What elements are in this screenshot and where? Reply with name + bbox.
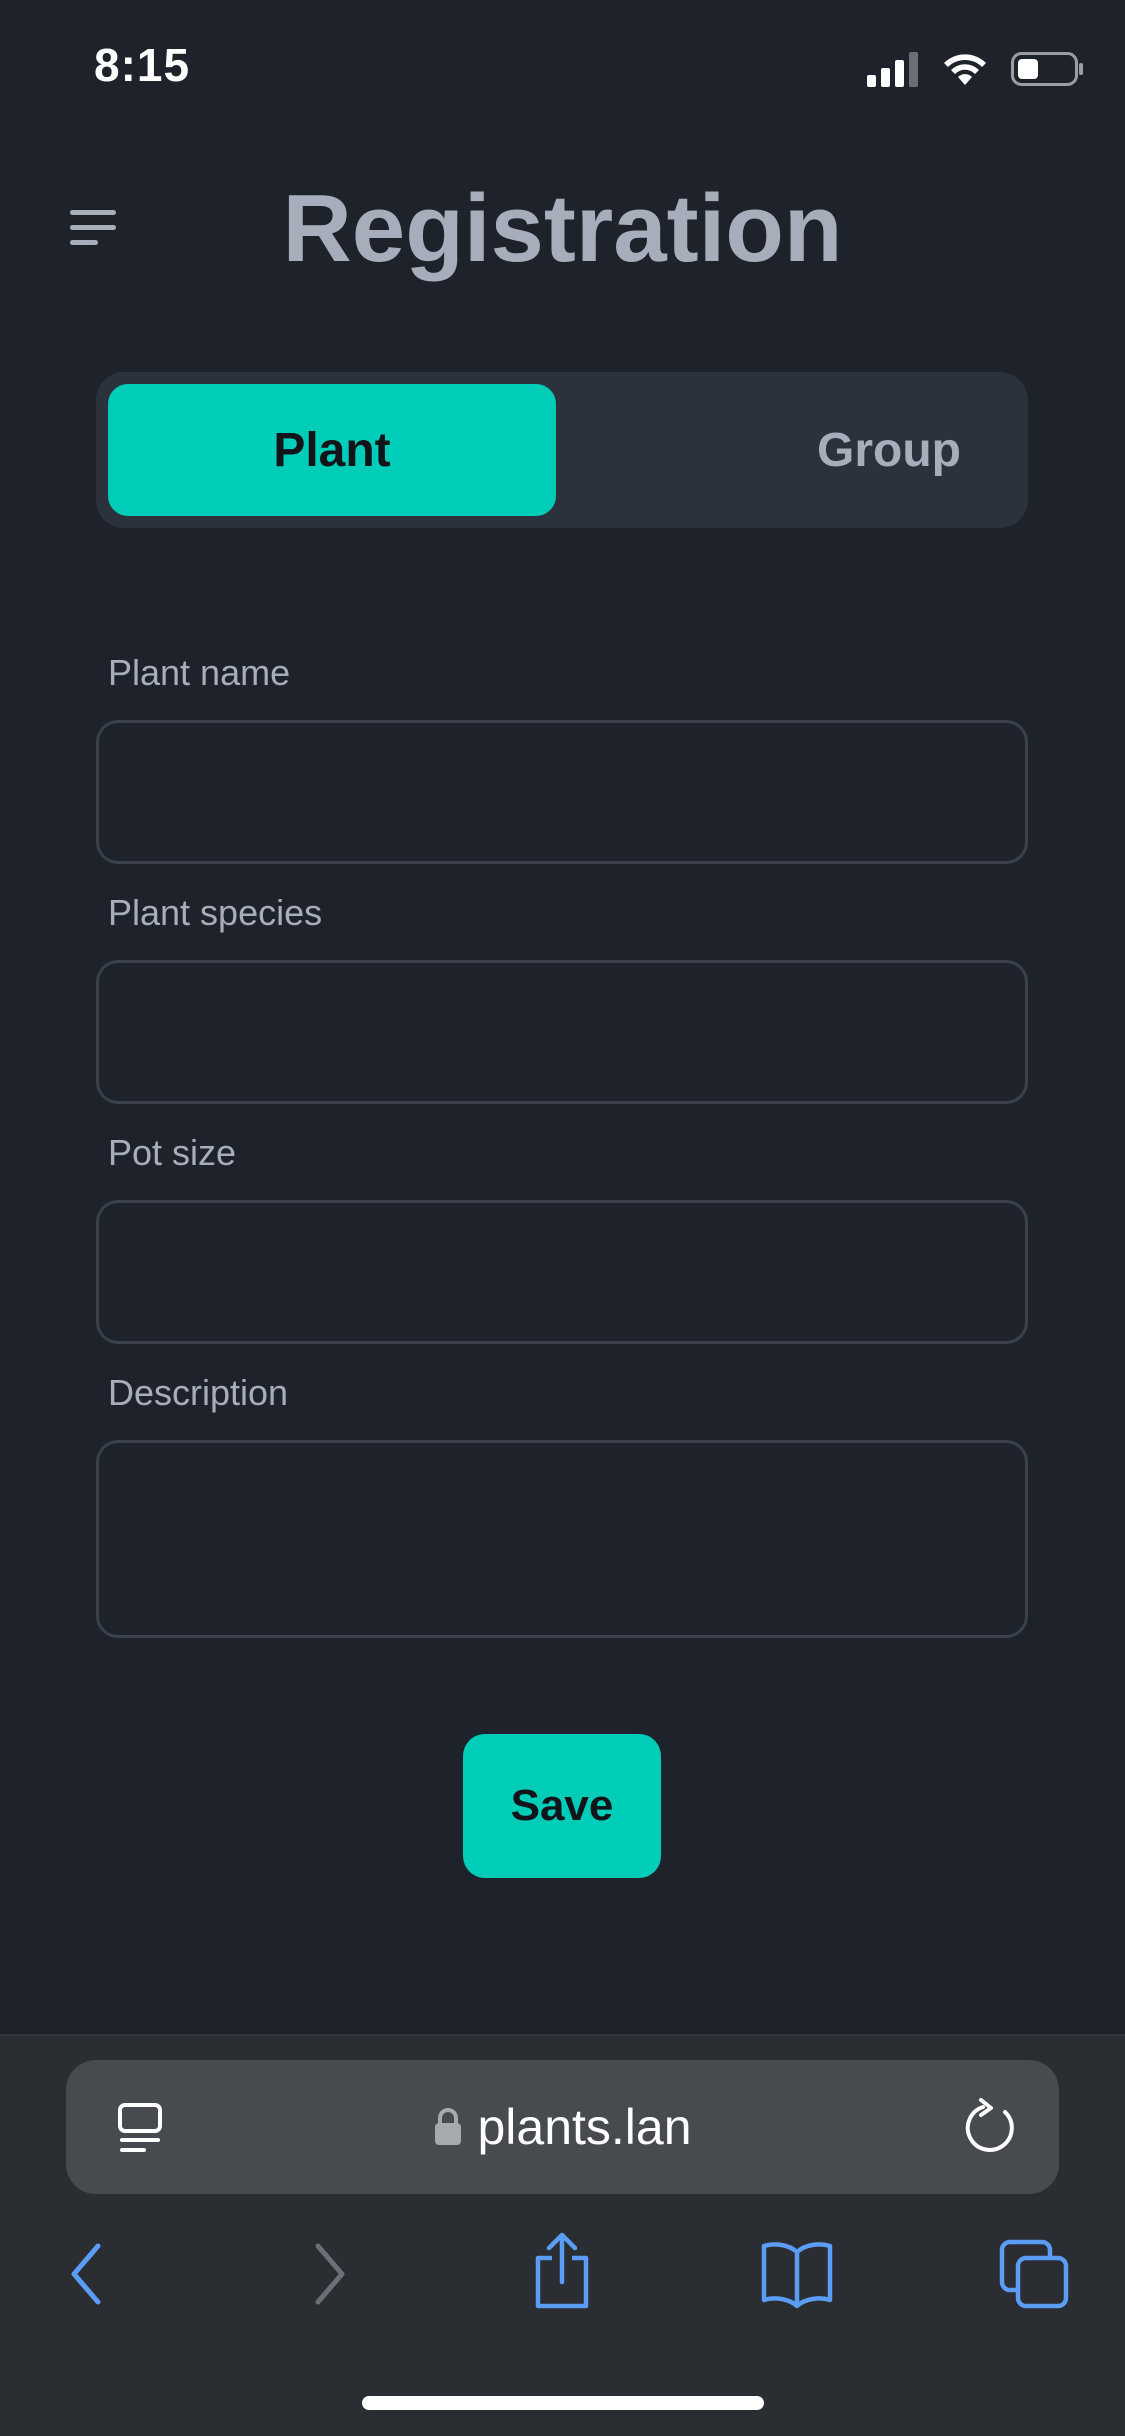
status-icons [867,46,1085,92]
share-icon[interactable] [530,2232,594,2310]
page-title: Registration [282,175,843,282]
description-textarea[interactable] [96,1440,1028,1638]
url-display[interactable]: plants.lan [66,2060,1059,2194]
wifi-icon [944,54,986,85]
pot-size-input[interactable] [96,1200,1028,1344]
url-text: plants.lan [477,2099,692,2155]
reload-icon[interactable] [963,2098,1019,2156]
back-icon[interactable] [66,2238,106,2310]
plant-species-label: Plant species [108,892,323,933]
description-label: Description [108,1372,289,1413]
battery-icon [1011,52,1083,86]
registration-type-toggle: Plant Group [96,372,1028,528]
plant-species-input[interactable] [96,960,1028,1104]
plant-name-label: Plant name [108,652,291,693]
home-indicator [362,2396,764,2410]
status-time: 8:15 [94,39,191,91]
tabs-icon[interactable] [998,2238,1070,2310]
tab-plant[interactable]: Plant [108,384,556,516]
pot-size-label: Pot size [108,1132,237,1173]
address-bar[interactable]: plants.lan [66,2060,1059,2194]
app-screen: 8:15 Registration Plant Group Plant name [0,0,1125,2436]
forward-icon[interactable] [310,2238,350,2310]
save-button[interactable]: Save [463,1734,661,1878]
tab-group[interactable]: Group [662,384,1116,516]
bookmarks-icon[interactable] [760,2238,834,2310]
plant-name-input[interactable] [96,720,1028,864]
lock-icon [435,2108,462,2145]
browser-toolbar: plants.lan [0,2034,1125,2436]
cellular-signal-icon [867,52,918,87]
